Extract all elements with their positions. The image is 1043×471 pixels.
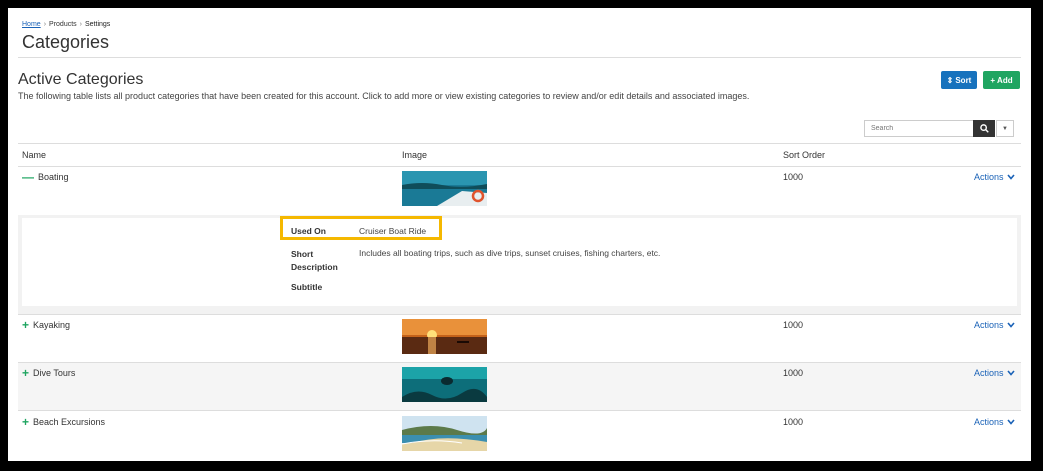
actions-dropdown[interactable]: Actions: [974, 172, 1015, 182]
actions-label: Actions: [974, 320, 1004, 330]
chevron-down-icon: [1006, 419, 1015, 425]
beach-excursions-thumbnail: [402, 416, 487, 451]
chevron-right-icon: ›: [79, 21, 82, 28]
search-icon: [979, 124, 989, 133]
plus-icon: +: [990, 75, 996, 85]
divider: [18, 314, 1021, 315]
sort-order-value: 1000: [783, 320, 804, 330]
actions-dropdown[interactable]: Actions: [974, 368, 1015, 378]
divider: [18, 57, 1021, 58]
sort-order-value: 1000: [783, 172, 804, 182]
row-background: [18, 362, 1021, 410]
breadcrumb-products: Products: [49, 21, 77, 28]
actions-label: Actions: [974, 417, 1004, 427]
chevron-down-icon: [1006, 174, 1015, 180]
table-row[interactable]: — Boating: [22, 171, 69, 183]
chevron-down-icon: [1006, 370, 1015, 376]
actions-dropdown[interactable]: Actions: [974, 417, 1015, 427]
expand-toggle[interactable]: +: [22, 319, 29, 331]
category-image: [402, 416, 487, 451]
search-button[interactable]: [973, 120, 995, 137]
sort-icon: ⇕: [946, 75, 954, 85]
section-title: Active Categories: [18, 71, 144, 88]
divider: [18, 143, 1021, 144]
add-button[interactable]: + Add: [983, 71, 1020, 89]
breadcrumb-home-link[interactable]: Home: [22, 21, 41, 28]
table-row[interactable]: + Beach Excursions: [22, 416, 106, 428]
chevron-down-icon: [1006, 322, 1015, 328]
divider: [18, 410, 1021, 411]
collapse-toggle[interactable]: —: [22, 171, 34, 183]
sort-order-value: 1000: [783, 368, 804, 378]
short-description-label: Short Description: [291, 249, 338, 272]
column-header-image: Image: [402, 150, 428, 160]
section-description: The following table lists all product ca…: [18, 91, 750, 101]
add-button-label: Add: [997, 75, 1013, 85]
dive-tours-thumbnail: [402, 367, 487, 402]
breadcrumb: Home › Products › Settings: [22, 21, 110, 28]
actions-label: Actions: [974, 368, 1004, 378]
breadcrumb-settings: Settings: [85, 21, 111, 28]
sort-button[interactable]: ⇕ Sort: [941, 71, 977, 89]
actions-dropdown[interactable]: Actions: [974, 320, 1015, 330]
app-frame: Home › Products › Settings Categories Active…: [8, 8, 1031, 461]
divider: [18, 362, 1021, 363]
column-header-name[interactable]: Name: [22, 150, 46, 160]
expand-toggle[interactable]: +: [22, 367, 29, 379]
boating-thumbnail: [402, 171, 487, 206]
category-image: [402, 367, 487, 402]
page-title: Categories: [22, 32, 110, 52]
caret-down-icon: ▼: [1002, 125, 1008, 132]
table-row[interactable]: + Dive Tours: [22, 367, 76, 379]
category-name: Boating: [38, 172, 69, 182]
short-description-value: Includes all boating trips, such as dive…: [359, 248, 661, 258]
search-input[interactable]: [864, 120, 973, 137]
column-header-sort-order[interactable]: Sort Order: [783, 150, 825, 160]
highlight-box: [280, 216, 442, 240]
divider: [18, 166, 1021, 167]
category-name: Dive Tours: [33, 368, 76, 378]
category-detail-panel: [22, 218, 1017, 306]
sort-order-value: 1000: [783, 417, 804, 427]
chevron-right-icon: ›: [43, 21, 47, 28]
category-name: Beach Excursions: [33, 417, 106, 427]
kayaking-thumbnail: [402, 319, 487, 354]
subtitle-label: Subtitle: [291, 282, 323, 292]
sort-button-label: Sort: [955, 75, 972, 85]
category-name: Kayaking: [33, 320, 71, 330]
table-row[interactable]: + Kayaking: [22, 319, 71, 331]
actions-label: Actions: [974, 172, 1004, 182]
expand-toggle[interactable]: +: [22, 416, 29, 428]
category-image: [402, 319, 487, 354]
category-image: [402, 171, 487, 206]
search-options-dropdown[interactable]: ▼: [996, 120, 1014, 137]
